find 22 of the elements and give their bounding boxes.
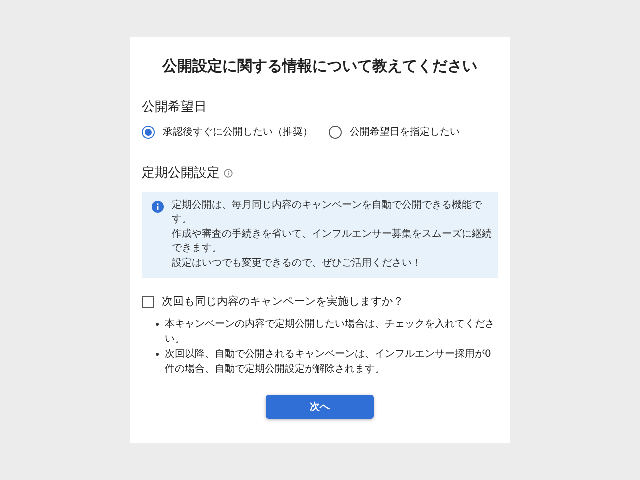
- bullet-icon: [156, 322, 159, 326]
- note-text: 次回以降、自動で公開されるキャンペーンは、インフルエンサー採用が0件の場合、自動で定期公開設定が解除されます。: [165, 348, 492, 376]
- radio-button[interactable]: [142, 126, 155, 139]
- radio-label: 公開希望日を指定したい: [350, 126, 460, 140]
- section-heading: 公開希望日: [142, 98, 208, 116]
- section-heading: 定期公開設定: [142, 165, 220, 183]
- radio-option[interactable]: 承認後すぐに公開したい（推奨）: [142, 125, 313, 140]
- checkbox[interactable]: [142, 296, 154, 308]
- radio-option[interactable]: 公開希望日を指定したい: [329, 125, 460, 140]
- checkbox-option[interactable]: 次回も同じ内容のキャンペーンを実施しますか？: [142, 294, 498, 310]
- info-icon[interactable]: [224, 169, 233, 178]
- note-text: 本キャンペーンの内容で定期公開したい場合は、チェックを入れてください。: [165, 318, 496, 346]
- next-button[interactable]: 次へ: [266, 395, 374, 419]
- radio-label: 承認後すぐに公開したい（推奨）: [163, 126, 313, 140]
- info-text: 設定はいつでも変更できるので、ぜひご活用ください！: [172, 256, 423, 270]
- info-text: 定期公開は、毎月同じ内容のキャンペーンを自動で公開できる機能です。: [172, 198, 483, 227]
- info-text: 作成や審査の手続きを省いて、インフルエンサー募集をスムーズに継続できます。: [172, 228, 492, 256]
- bullet-icon: [156, 352, 159, 356]
- page-title: 公開設定に関する情報について教えてください: [161, 56, 478, 77]
- info-icon: [152, 200, 164, 212]
- radio-button[interactable]: [329, 126, 342, 139]
- checkbox-label: 次回も同じ内容のキャンペーンを実施しますか？: [162, 294, 404, 310]
